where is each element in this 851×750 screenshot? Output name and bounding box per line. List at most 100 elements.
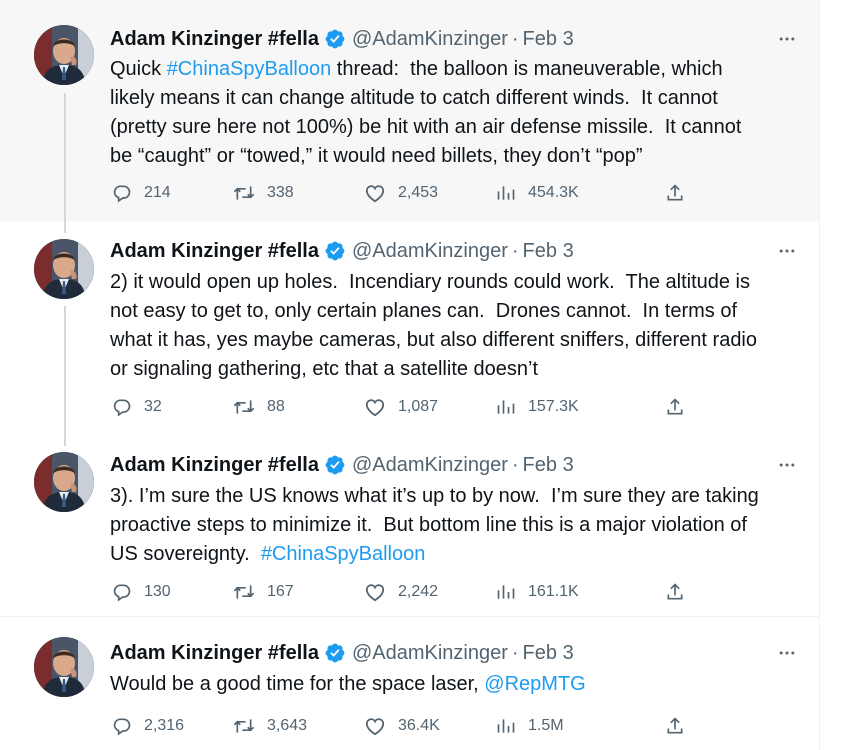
like-button[interactable]: 36.4K xyxy=(364,714,440,738)
avatar[interactable] xyxy=(34,452,94,512)
tweet-text-line: Would be a good time for the space laser… xyxy=(110,670,800,699)
tweet[interactable]: Adam Kinzinger #fella @AdamKinzinger · F… xyxy=(0,434,819,617)
text-segment: or signaling gathering, etc that a satel… xyxy=(110,358,539,380)
text-segment: likely means it can change altitude to c… xyxy=(110,87,718,109)
retweet-icon xyxy=(233,585,255,599)
text-segment: US sovereignty. xyxy=(110,543,261,565)
reply-count: 130 xyxy=(144,583,171,600)
author-handle[interactable]: @AdamKinzinger xyxy=(352,240,508,263)
reply-icon xyxy=(113,185,131,203)
text-segment: (pretty sure here not 100%) be hit with … xyxy=(110,116,742,138)
hashtag-link[interactable]: #ChinaSpyBalloon xyxy=(167,58,332,80)
tweet-text-line: proactive steps to minimize it. But bott… xyxy=(110,511,800,540)
author-name[interactable]: Adam Kinzinger #fella xyxy=(110,454,319,477)
share-icon xyxy=(667,184,683,201)
author-handle[interactable]: @AdamKinzinger xyxy=(352,454,508,477)
author-handle[interactable]: @AdamKinzinger xyxy=(352,28,508,51)
share-icon xyxy=(667,583,683,600)
tweet[interactable]: Adam Kinzinger #fella @AdamKinzinger · F… xyxy=(0,0,819,221)
avatar[interactable] xyxy=(34,239,94,299)
share-button[interactable] xyxy=(665,395,685,419)
like-button[interactable]: 2,242 xyxy=(364,580,438,604)
tweet-date[interactable]: Feb 3 xyxy=(523,28,574,51)
author-name[interactable]: Adam Kinzinger #fella xyxy=(110,240,319,263)
heart-icon xyxy=(365,584,385,602)
retweet-count: 88 xyxy=(267,398,285,415)
text-segment: proactive steps to minimize it. But bott… xyxy=(110,514,747,536)
views-button[interactable]: 157.3K xyxy=(496,395,579,419)
tweet-text-line: or signaling gathering, etc that a satel… xyxy=(110,355,800,384)
share-icon xyxy=(667,717,683,734)
like-button[interactable]: 2,453 xyxy=(364,181,438,205)
views-icon xyxy=(497,400,515,414)
views-button[interactable]: 454.3K xyxy=(496,181,579,205)
share-button[interactable] xyxy=(665,181,685,205)
reply-icon xyxy=(113,584,131,602)
share-button[interactable] xyxy=(665,580,685,604)
separator-dot: · xyxy=(511,641,519,664)
verified-badge-icon xyxy=(324,642,346,664)
retweet-button[interactable]: 3,643 xyxy=(233,714,307,738)
retweet-button[interactable]: 338 xyxy=(233,181,294,205)
text-segment: be “caught” or “towed,” it would need bi… xyxy=(110,145,643,167)
tweet-header: Adam Kinzinger #fella @AdamKinzinger · F… xyxy=(110,453,574,477)
retweet-button[interactable]: 88 xyxy=(233,395,285,419)
tweet-text-line: not easy to get to, only certain planes … xyxy=(110,297,800,326)
views-button[interactable]: 161.1K xyxy=(496,580,579,604)
text-segment: 2) it would open up holes. Incendiary ro… xyxy=(110,271,750,293)
avatar[interactable] xyxy=(34,637,94,697)
tweet-text-line: 2) it would open up holes. Incendiary ro… xyxy=(110,268,800,297)
author-name[interactable]: Adam Kinzinger #fella xyxy=(110,642,319,665)
retweet-count: 3,643 xyxy=(267,717,308,734)
tweet-text: 3). I’m sure the US knows what it’s up t… xyxy=(110,482,800,569)
separator-dot: · xyxy=(511,453,519,476)
avatar-photo xyxy=(34,25,94,85)
tweet-header: Adam Kinzinger #fella @AdamKinzinger · F… xyxy=(110,239,574,263)
like-count: 36.4K xyxy=(398,717,440,734)
tweet-date[interactable]: Feb 3 xyxy=(523,642,574,665)
avatar[interactable] xyxy=(34,25,94,85)
like-button[interactable]: 1,087 xyxy=(364,395,438,419)
text-segment: Quick xyxy=(110,58,167,80)
text-segment: Would be a good time for the space laser… xyxy=(110,673,485,695)
hashtag-link[interactable]: #ChinaSpyBalloon xyxy=(261,543,426,565)
tweet-text-line: (pretty sure here not 100%) be hit with … xyxy=(110,113,800,142)
reply-button[interactable]: 130 xyxy=(112,580,171,604)
share-button[interactable] xyxy=(665,714,685,738)
tweet[interactable]: Adam Kinzinger #fella @AdamKinzinger · F… xyxy=(0,221,819,434)
more-horizontal-icon[interactable] xyxy=(772,455,802,475)
column-border xyxy=(819,0,820,750)
tweet[interactable]: Adam Kinzinger #fella @AdamKinzinger · F… xyxy=(0,617,819,750)
tweet-text-line: what it has, yes maybe cameras, but also… xyxy=(110,326,800,355)
retweet-button[interactable]: 167 xyxy=(233,580,294,604)
tweet-date[interactable]: Feb 3 xyxy=(523,454,574,477)
tweet-header: Adam Kinzinger #fella @AdamKinzinger · F… xyxy=(110,641,574,665)
retweet-count: 338 xyxy=(267,184,294,201)
like-count: 2,453 xyxy=(398,184,439,201)
tweet-text-line: be “caught” or “towed,” it would need bi… xyxy=(110,142,800,171)
heart-icon xyxy=(365,718,385,736)
views-button[interactable]: 1.5M xyxy=(496,714,564,738)
retweet-icon xyxy=(233,400,255,414)
heart-icon xyxy=(365,185,385,203)
retweet-icon xyxy=(233,719,255,733)
reply-button[interactable]: 214 xyxy=(112,181,171,205)
more-horizontal-icon[interactable] xyxy=(772,29,802,49)
like-count: 1,087 xyxy=(398,398,439,415)
views-icon xyxy=(497,585,515,599)
reply-button[interactable]: 32 xyxy=(112,395,162,419)
avatar-photo xyxy=(34,239,94,299)
author-handle[interactable]: @AdamKinzinger xyxy=(352,642,508,665)
mention-link[interactable]: @RepMTG xyxy=(484,673,585,695)
retweet-icon xyxy=(233,186,255,200)
reply-count: 214 xyxy=(144,184,171,201)
tweet-header: Adam Kinzinger #fella @AdamKinzinger · F… xyxy=(110,27,574,51)
reply-icon xyxy=(113,718,131,736)
more-horizontal-icon[interactable] xyxy=(772,643,802,663)
author-name[interactable]: Adam Kinzinger #fella xyxy=(110,28,319,51)
more-horizontal-icon[interactable] xyxy=(772,241,802,261)
tweet-date[interactable]: Feb 3 xyxy=(523,240,574,263)
reply-button[interactable]: 2,316 xyxy=(112,714,184,738)
reply-count: 2,316 xyxy=(144,717,185,734)
views-count: 454.3K xyxy=(528,184,579,201)
